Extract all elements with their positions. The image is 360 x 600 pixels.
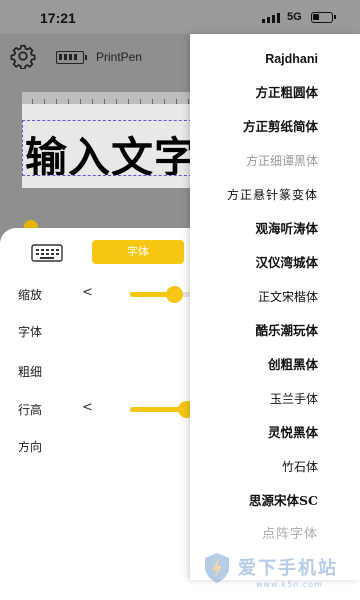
- font-option[interactable]: 观海听涛体: [190, 212, 360, 246]
- status-time: 17:21: [40, 10, 76, 26]
- zoom-slider-knob[interactable]: [166, 286, 183, 303]
- watermark: 爱下手机站 www.k5n.com: [198, 548, 360, 598]
- ruler: [22, 92, 197, 104]
- zoom-chevron[interactable]: <: [82, 285, 93, 300]
- text-box[interactable]: 输入文字: [22, 120, 197, 176]
- font-option[interactable]: 思源宋体SC: [190, 484, 360, 518]
- font-option[interactable]: 酷乐潮玩体: [190, 314, 360, 348]
- network-type: 5G: [287, 11, 302, 23]
- watermark-url: www.k5n.com: [256, 580, 323, 589]
- signal-icon: [262, 13, 284, 23]
- font-option[interactable]: 点阵字体: [190, 518, 360, 552]
- shield-bolt-icon: [205, 553, 229, 583]
- font-option[interactable]: 灵悦黑体: [190, 416, 360, 450]
- font-option[interactable]: 方正细谭黑体: [190, 144, 360, 178]
- watermark-brand: 爱下手机站: [238, 558, 338, 579]
- label-canvas: 输入文字: [22, 104, 197, 188]
- keyboard-icon[interactable]: [30, 242, 64, 264]
- font-option[interactable]: Rajdhani: [190, 42, 360, 76]
- device-name[interactable]: PrintPen: [96, 50, 142, 64]
- gear-icon[interactable]: [10, 43, 36, 69]
- label-text[interactable]: 输入文字: [25, 124, 196, 175]
- font-option[interactable]: 玉兰手体: [190, 382, 360, 416]
- line-height-label: 行高: [18, 403, 43, 417]
- font-option[interactable]: 方正粗圆体: [190, 76, 360, 110]
- font-option[interactable]: 正文宋楷体: [190, 280, 360, 314]
- status-bar: 17:21 5G: [0, 0, 360, 34]
- device-battery-icon: [56, 51, 87, 64]
- tab-font[interactable]: 字体: [92, 240, 184, 264]
- phone-battery-icon: [311, 12, 336, 23]
- font-label: 字体: [18, 325, 43, 339]
- direction-label: 方向: [18, 440, 43, 454]
- font-option[interactable]: 竹石体: [190, 450, 360, 484]
- zoom-label: 缩放: [18, 288, 43, 302]
- weight-label: 粗细: [18, 365, 43, 379]
- line-height-chevron[interactable]: <: [82, 400, 93, 415]
- font-dropdown-menu: Rajdhani 方正粗圆体 方正剪纸简体 方正细谭黑体 方正悬针篆变体 观海听…: [190, 34, 360, 580]
- font-option[interactable]: 方正悬针篆变体: [190, 178, 360, 212]
- font-option[interactable]: 创粗黑体: [190, 348, 360, 382]
- font-option[interactable]: 汉仪湾城体: [190, 246, 360, 280]
- font-option[interactable]: 方正剪纸简体: [190, 110, 360, 144]
